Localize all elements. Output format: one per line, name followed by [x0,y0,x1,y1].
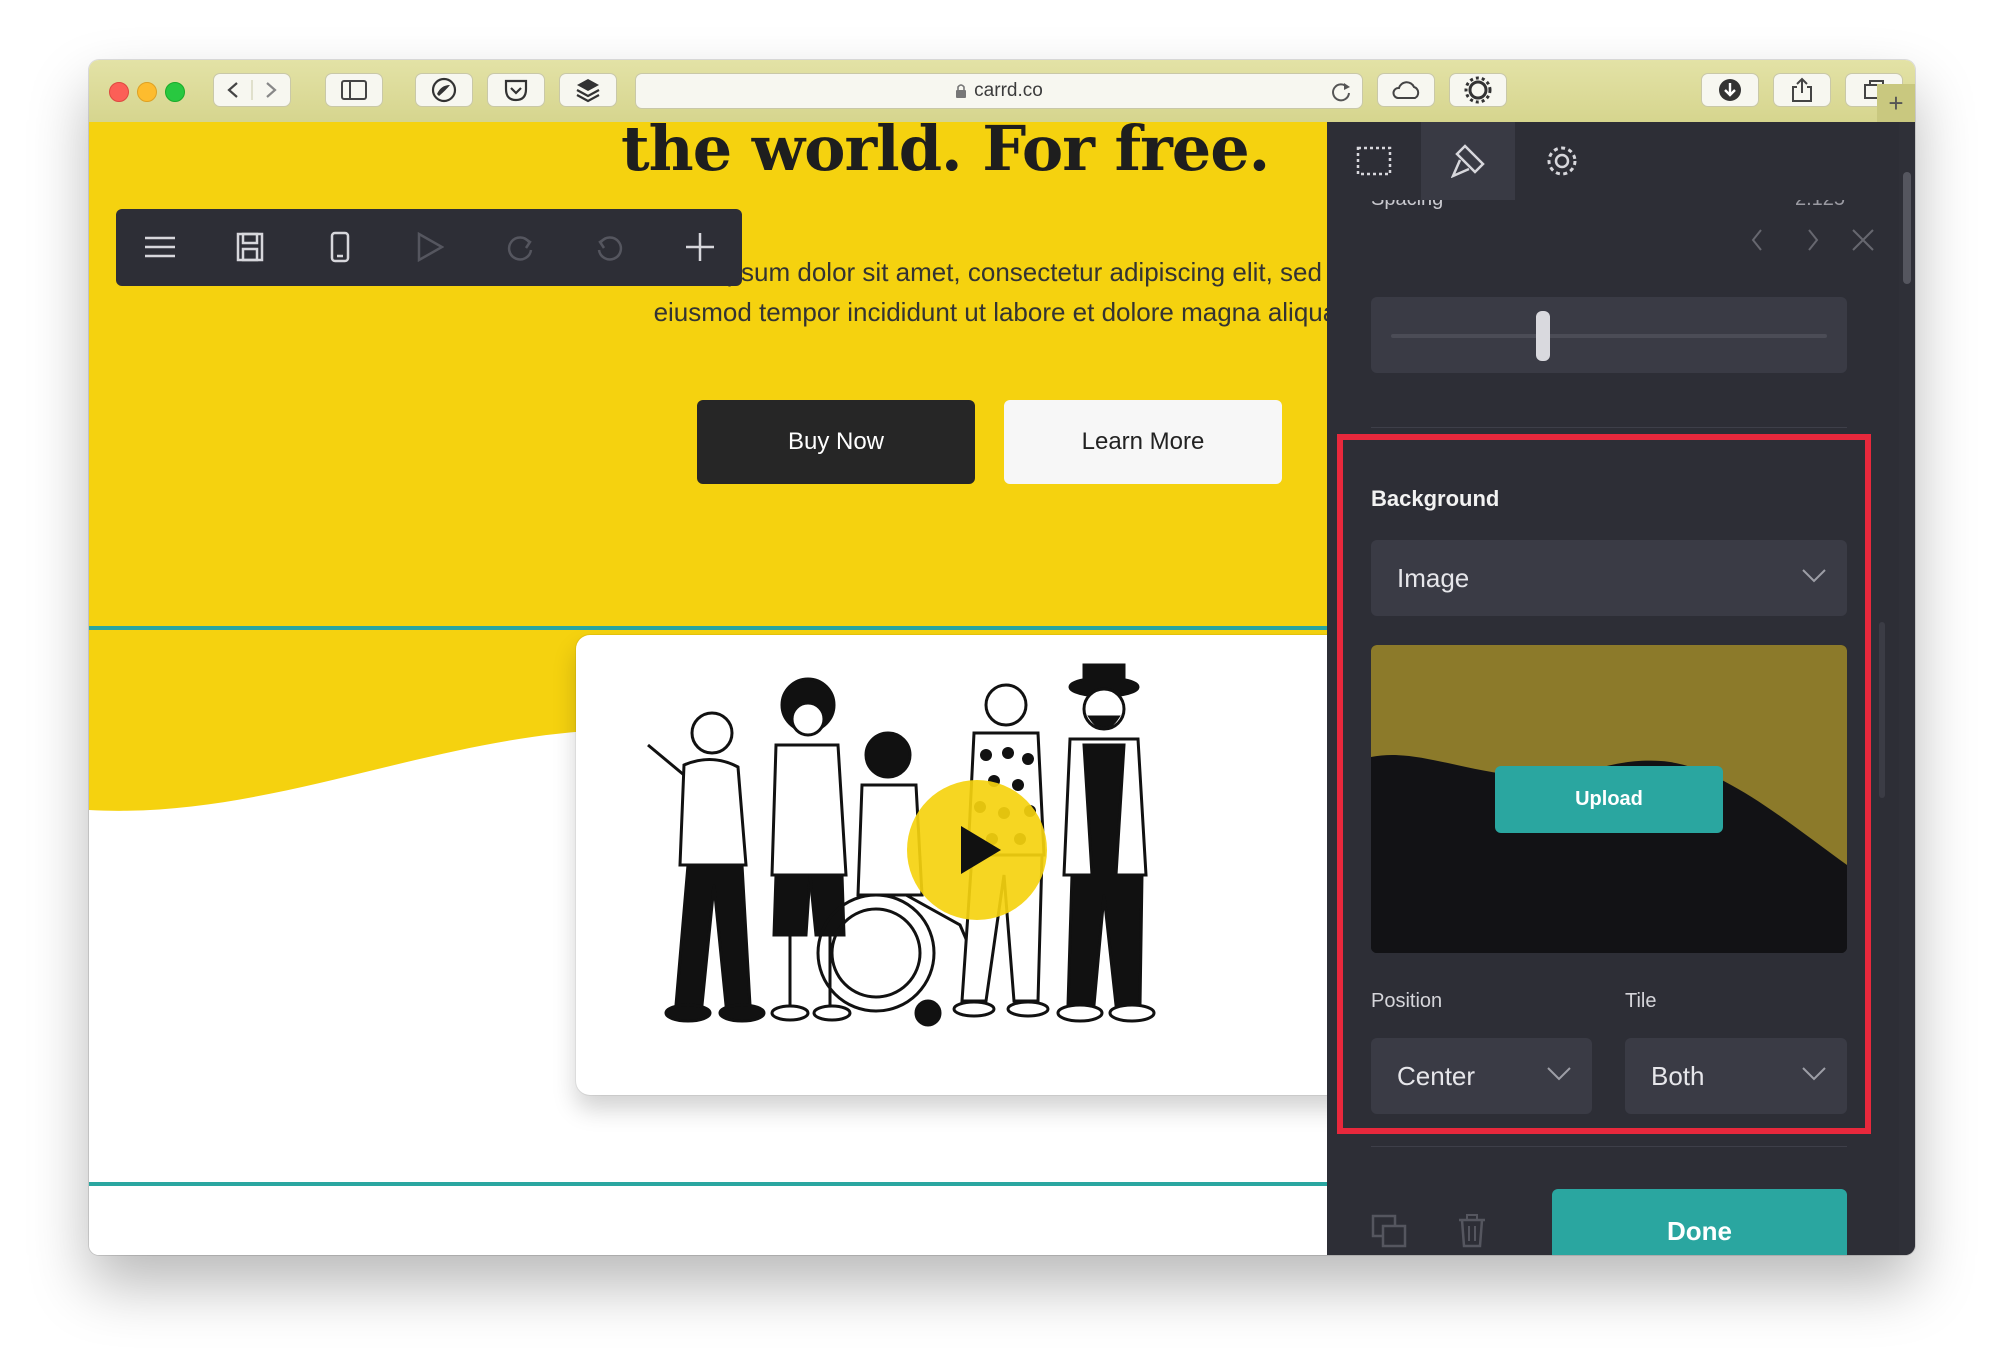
save-disk-icon [236,232,264,262]
redo-button[interactable] [502,229,538,265]
tab-style[interactable] [1421,122,1515,200]
reload-icon[interactable] [1330,81,1352,103]
downloads-button[interactable] [1701,73,1759,107]
save-button[interactable] [232,229,268,265]
prev-icon[interactable] [1751,229,1762,251]
position-label: Position [1371,990,1443,1012]
page-canvas: the world. For free. Lorem ipsum dolor s… [89,122,1327,1255]
plus-icon [686,233,714,261]
tile-select[interactable]: Both [1625,1038,1847,1114]
hero-title: the world. For free. [621,122,1270,185]
close-window-button[interactable] [109,82,129,102]
position-select[interactable]: Center [1371,1038,1592,1114]
trash-icon[interactable] [1457,1214,1487,1248]
minimize-window-button[interactable] [137,82,157,102]
panel-scrollbar-thumb[interactable] [1903,172,1911,284]
url-text: carrd.co [974,80,1043,101]
done-button[interactable]: Done [1552,1189,1847,1255]
sidebar-icon [341,80,367,100]
share-icon [1792,77,1812,102]
buy-now-button[interactable]: Buy Now [697,400,975,484]
selection-box-icon [1356,146,1392,176]
add-element-button[interactable] [682,229,718,265]
chevron-down-icon [1802,569,1826,583]
browser-window: carrd.co + the world. For free. Lorem ip… [89,60,1915,1255]
duplicate-icon[interactable] [1371,1214,1407,1248]
background-label: Background [1371,486,1500,511]
pocket-icon [504,79,528,102]
slider-handle[interactable] [1536,311,1550,361]
properties-panel: Spacing 2.125 [1327,122,1915,1255]
back-forward-buttons[interactable] [213,73,291,107]
share-button[interactable] [1773,73,1831,107]
panel-divider-bottom [1371,1146,1847,1147]
background-type-select[interactable]: Image [1371,540,1847,616]
extension-globe-icon [431,77,457,103]
hero-section: the world. For free. Lorem ipsum dolor s… [89,122,1327,630]
redo-icon [507,236,533,261]
menu-button[interactable] [142,229,178,265]
spacing-slider[interactable] [1371,297,1847,373]
gear-icon [1464,76,1492,104]
brush-icon [1451,144,1485,178]
chevron-down-icon [1547,1067,1571,1081]
address-bar[interactable]: carrd.co [635,73,1363,109]
tab-layout[interactable] [1327,122,1421,200]
play-outline-icon [417,232,444,262]
extension-button-1[interactable] [415,73,473,107]
browser-toolbar: carrd.co + [89,60,1915,123]
mobile-preview-button[interactable] [322,229,358,265]
settings-extension-button[interactable] [1449,73,1507,107]
background-image-preview: Upload [1371,645,1847,953]
back-forward-icon [227,80,277,100]
cloud-icon [1392,81,1420,99]
zoom-window-button[interactable] [165,82,185,102]
panel-inner-scrollbar[interactable] [1879,622,1885,798]
hamburger-icon [145,236,175,258]
new-tab-button[interactable]: + [1877,84,1915,122]
editor-toolbar [116,209,742,286]
section-divider-bottom [89,1182,1327,1186]
play-icon [961,826,1001,874]
tile-label: Tile [1625,990,1657,1012]
panel-tabs [1327,122,1915,200]
icloud-button[interactable] [1377,73,1435,107]
buffer-button[interactable] [559,73,617,107]
learn-more-button[interactable]: Learn More [1004,400,1282,484]
preview-button[interactable] [412,229,448,265]
phone-icon [330,231,350,263]
close-icon[interactable] [1852,229,1874,251]
panel-scrollbar-track[interactable] [1899,122,1915,1255]
sidebar-toggle-button[interactable] [325,73,383,107]
panel-divider [1371,427,1847,428]
layers-icon [576,79,600,103]
background-type-value: Image [1397,562,1470,593]
tile-value: Both [1651,1060,1705,1091]
download-icon [1719,79,1741,101]
tab-settings[interactable] [1515,122,1609,200]
pocket-button[interactable] [487,73,545,107]
play-video-button[interactable] [907,780,1047,920]
hero-text-line-2: eiusmod tempor incididunt ut labore et d… [653,297,1327,327]
gear-icon [1547,146,1577,176]
next-icon[interactable] [1808,229,1819,251]
chevron-down-icon [1802,1067,1826,1081]
undo-icon [597,236,623,261]
panel-nav-controls [1751,229,1874,251]
undo-button[interactable] [592,229,628,265]
lock-icon [956,84,967,98]
position-value: Center [1397,1060,1476,1091]
slider-track [1391,334,1827,338]
upload-button[interactable]: Upload [1495,766,1723,833]
video-card[interactable] [576,635,1327,1095]
